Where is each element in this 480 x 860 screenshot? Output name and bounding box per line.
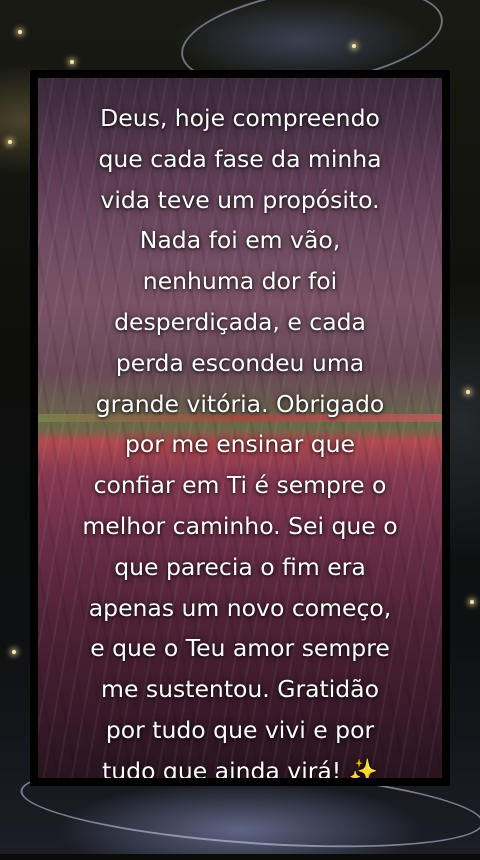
sparkle-icon: [470, 600, 474, 604]
prayer-text: Deus, hoje compreendo que cada fase da m…: [82, 104, 398, 778]
sparkle-icon: [8, 140, 12, 144]
sparkle-icon: [352, 44, 356, 48]
sparkle-icon: [12, 650, 16, 654]
sparkle-icon: [18, 30, 22, 34]
sparkle-icon: [70, 60, 74, 64]
sparkle-icon: [466, 390, 470, 394]
prayer-card: Deus, hoje compreendo que cada fase da m…: [30, 70, 450, 786]
tulip-field-photo: Deus, hoje compreendo que cada fase da m…: [38, 78, 442, 778]
